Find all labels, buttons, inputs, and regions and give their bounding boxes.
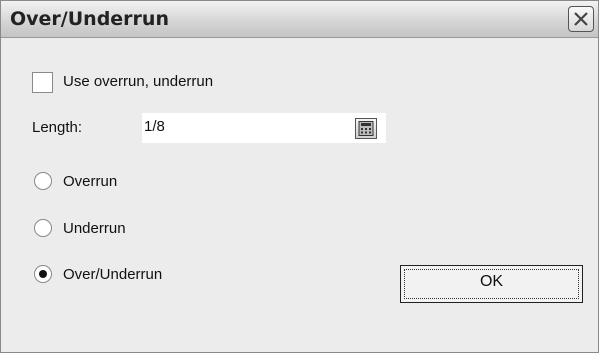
calculator-button[interactable]: [355, 118, 377, 139]
close-button[interactable]: [568, 6, 594, 32]
over-underrun-radio[interactable]: [34, 265, 52, 283]
underrun-label: Underrun: [63, 220, 126, 237]
length-input[interactable]: 1/8: [142, 113, 386, 143]
calculator-icon: [358, 121, 374, 136]
over-underrun-dialog: Over/Underrun Use overrun, underrun Leng…: [0, 0, 599, 353]
title-bar: Over/Underrun: [1, 1, 598, 38]
use-overrun-label: Use overrun, underrun: [63, 73, 214, 90]
overrun-label: Overrun: [63, 173, 118, 190]
use-overrun-checkbox[interactable]: [32, 72, 53, 93]
underrun-radio[interactable]: [34, 219, 52, 237]
ok-label: OK: [479, 273, 504, 290]
overrun-radio[interactable]: [34, 172, 52, 190]
close-icon: [574, 12, 588, 26]
ok-button[interactable]: OK: [400, 265, 583, 303]
radio-dot: [39, 270, 47, 278]
dialog-title: Over/Underrun: [10, 8, 169, 30]
over-underrun-label: Over/Underrun: [63, 266, 163, 283]
length-value: 1/8: [144, 118, 165, 135]
length-label: Length:: [32, 119, 83, 136]
